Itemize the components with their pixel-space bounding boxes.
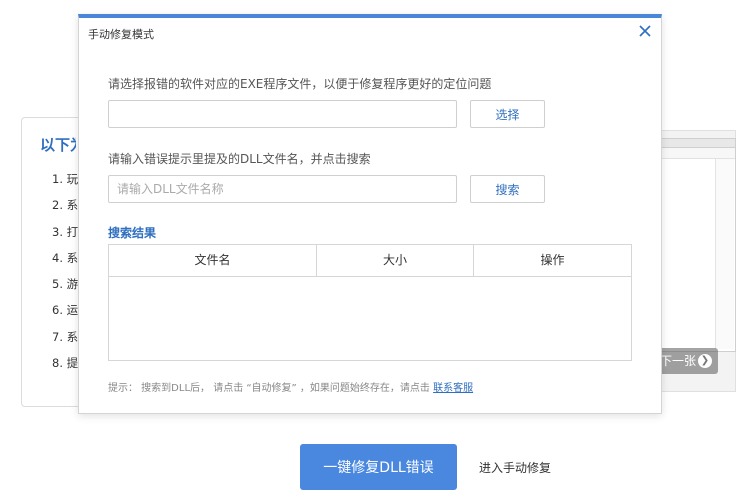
column-header-filename: 文件名 (109, 245, 317, 276)
list-item: 2. 系 (52, 198, 78, 213)
close-icon[interactable] (637, 23, 653, 39)
list-item: 5. 游 (52, 277, 78, 292)
manual-repair-link[interactable]: 进入手动修复 (479, 459, 551, 476)
exe-path-input[interactable] (108, 100, 457, 128)
list-item: 1. 玩 (52, 172, 78, 186)
manual-repair-dialog: 手动修复模式 请选择报错的软件对应的EXE程序文件，以便于修复程序更好的定位问题… (78, 14, 662, 414)
contact-support-link[interactable]: 联系客服 (433, 383, 473, 394)
background-step-list: 1. 玩 2. 系 3. 打 4. 系 5. 游 6. 运 7. 系 8. 提 (52, 171, 78, 381)
results-table: 文件名 大小 操作 (108, 244, 632, 361)
list-item: 3. 打 (52, 224, 78, 239)
background-card-title: 以下为 (40, 136, 76, 154)
column-header-size: 大小 (317, 245, 474, 276)
one-click-repair-button[interactable]: 一键修复DLL错误 (300, 444, 457, 490)
tip-text: 提示： 搜索到DLL后， 请点击 “自动修复” ，如果问题始终存在，请点击 联系… (108, 379, 473, 394)
results-title: 搜索结果 (108, 226, 157, 240)
search-button[interactable]: 搜索 (470, 175, 545, 203)
dll-label: 请输入错误提示里提及的DLL文件名，并点击搜索 (108, 152, 371, 166)
list-item: 7. 系 (52, 329, 78, 344)
next-slide-label: 下一张 (660, 354, 697, 368)
list-item: 4. 系 (52, 250, 78, 265)
results-table-header: 文件名 大小 操作 (109, 245, 631, 277)
exe-label: 请选择报错的软件对应的EXE程序文件，以便于修复程序更好的定位问题 (108, 77, 492, 91)
carousel-screenshot-image (658, 138, 736, 352)
tip-message: 提示： 搜索到DLL后， 请点击 “自动修复” ，如果问题始终存在，请点击 (108, 383, 430, 394)
dialog-title: 手动修复模式 (88, 28, 154, 41)
dll-name-input[interactable] (108, 175, 457, 203)
column-header-action: 操作 (540, 253, 565, 267)
list-item: 8. 提 (52, 356, 78, 371)
select-button[interactable]: 选择 (470, 100, 545, 128)
list-item: 6. 运 (52, 303, 78, 318)
arrow-right-icon: ❯ (698, 354, 712, 368)
